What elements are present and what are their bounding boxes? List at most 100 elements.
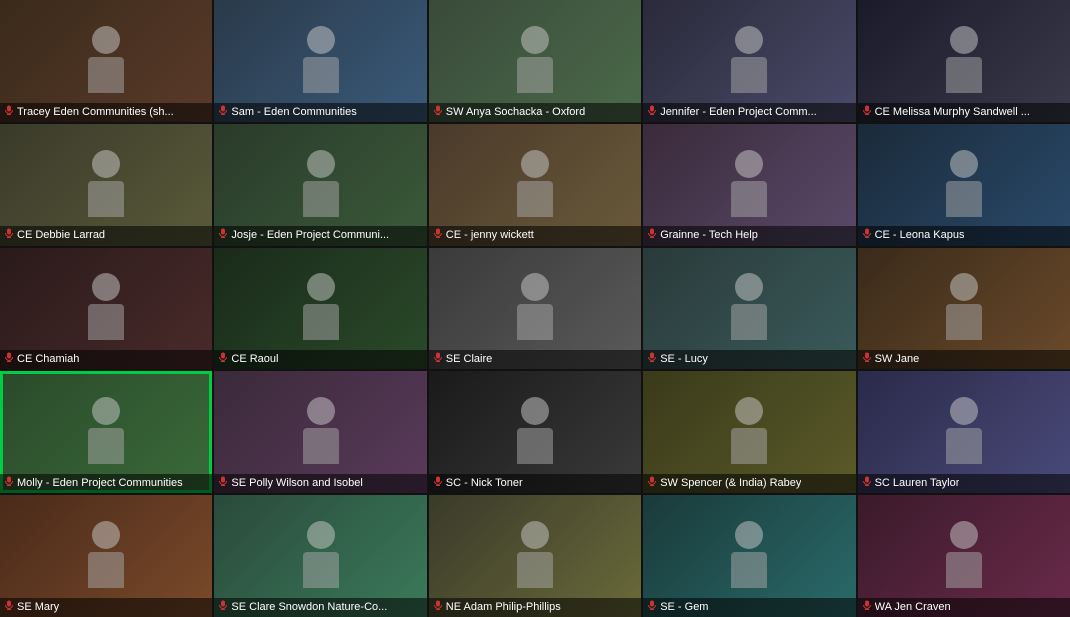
- muted-mic-icon: [647, 105, 657, 119]
- muted-mic-icon: [433, 105, 443, 119]
- participant-label-8: CE - jenny wickett: [429, 226, 641, 245]
- participant-cell-13[interactable]: SE Claire: [429, 248, 641, 370]
- participant-name: Tracey Eden Communities (sh...: [17, 105, 174, 119]
- participant-label-12: CE Raoul: [214, 350, 426, 369]
- participant-cell-16[interactable]: Molly - Eden Project Communities: [0, 371, 212, 493]
- participant-label-1: Tracey Eden Communities (sh...: [0, 103, 212, 122]
- participant-label-21: SE Mary: [0, 598, 212, 617]
- participant-name: SC Lauren Taylor: [875, 476, 960, 490]
- participant-cell-10[interactable]: CE - Leona Kapus: [858, 124, 1070, 246]
- participant-label-18: SC - Nick Toner: [429, 474, 641, 493]
- participant-name: Grainne - Tech Help: [660, 228, 758, 242]
- participant-cell-8[interactable]: CE - jenny wickett: [429, 124, 641, 246]
- muted-mic-icon: [218, 105, 228, 119]
- participant-label-10: CE - Leona Kapus: [858, 226, 1070, 245]
- participant-label-16: Molly - Eden Project Communities: [0, 474, 212, 493]
- muted-mic-icon: [433, 600, 443, 614]
- participant-name: SE Claire: [446, 352, 492, 366]
- participant-label-13: SE Claire: [429, 350, 641, 369]
- participant-cell-6[interactable]: CE Debbie Larrad: [0, 124, 212, 246]
- participant-name: CE Raoul: [231, 352, 278, 366]
- muted-mic-icon: [647, 476, 657, 490]
- participant-name: WA Jen Craven: [875, 600, 951, 614]
- participant-name: SW Jane: [875, 352, 920, 366]
- participant-name: SE - Lucy: [660, 352, 708, 366]
- muted-mic-icon: [433, 228, 443, 242]
- muted-mic-icon: [647, 600, 657, 614]
- muted-mic-icon: [218, 352, 228, 366]
- participant-cell-23[interactable]: NE Adam Philip-Phillips: [429, 495, 641, 617]
- muted-mic-icon: [4, 600, 14, 614]
- participant-cell-25[interactable]: WA Jen Craven: [858, 495, 1070, 617]
- muted-mic-icon: [4, 352, 14, 366]
- participant-label-9: Grainne - Tech Help: [643, 226, 855, 245]
- participant-cell-19[interactable]: SW Spencer (& India) Rabey: [643, 371, 855, 493]
- participant-name: SW Spencer (& India) Rabey: [660, 476, 801, 490]
- participant-cell-11[interactable]: CE Chamiah: [0, 248, 212, 370]
- muted-mic-icon: [862, 476, 872, 490]
- muted-mic-icon: [4, 476, 14, 490]
- participant-label-23: NE Adam Philip-Phillips: [429, 598, 641, 617]
- muted-mic-icon: [862, 600, 872, 614]
- participant-cell-7[interactable]: Josje - Eden Project Communi...: [214, 124, 426, 246]
- participant-label-22: SE Clare Snowdon Nature-Co...: [214, 598, 426, 617]
- participant-label-25: WA Jen Craven: [858, 598, 1070, 617]
- participant-name: CE - Leona Kapus: [875, 228, 965, 242]
- participant-label-2: Sam - Eden Communities: [214, 103, 426, 122]
- participant-name: Sam - Eden Communities: [231, 105, 356, 119]
- participant-label-14: SE - Lucy: [643, 350, 855, 369]
- participant-name: CE - jenny wickett: [446, 228, 534, 242]
- participant-cell-12[interactable]: CE Raoul: [214, 248, 426, 370]
- muted-mic-icon: [433, 352, 443, 366]
- participant-label-3: SW Anya Sochacka - Oxford: [429, 103, 641, 122]
- participant-label-17: SE Polly Wilson and Isobel: [214, 474, 426, 493]
- participant-name: CE Debbie Larrad: [17, 228, 105, 242]
- participant-cell-3[interactable]: SW Anya Sochacka - Oxford: [429, 0, 641, 122]
- participant-label-24: SE - Gem: [643, 598, 855, 617]
- participant-cell-21[interactable]: SE Mary: [0, 495, 212, 617]
- participant-name: NE Adam Philip-Phillips: [446, 600, 561, 614]
- participant-label-20: SC Lauren Taylor: [858, 474, 1070, 493]
- participant-cell-22[interactable]: SE Clare Snowdon Nature-Co...: [214, 495, 426, 617]
- participant-cell-15[interactable]: SW Jane: [858, 248, 1070, 370]
- muted-mic-icon: [4, 105, 14, 119]
- participant-name: Molly - Eden Project Communities: [17, 476, 183, 490]
- muted-mic-icon: [4, 228, 14, 242]
- muted-mic-icon: [647, 352, 657, 366]
- participant-cell-9[interactable]: Grainne - Tech Help: [643, 124, 855, 246]
- muted-mic-icon: [862, 352, 872, 366]
- participant-cell-17[interactable]: SE Polly Wilson and Isobel: [214, 371, 426, 493]
- participant-cell-4[interactable]: Jennifer - Eden Project Comm...: [643, 0, 855, 122]
- muted-mic-icon: [218, 476, 228, 490]
- participant-name: SC - Nick Toner: [446, 476, 523, 490]
- participant-name: SE - Gem: [660, 600, 708, 614]
- participant-cell-14[interactable]: SE - Lucy: [643, 248, 855, 370]
- participant-cell-18[interactable]: SC - Nick Toner: [429, 371, 641, 493]
- muted-mic-icon: [433, 476, 443, 490]
- participant-label-15: SW Jane: [858, 350, 1070, 369]
- muted-mic-icon: [218, 600, 228, 614]
- participant-label-6: CE Debbie Larrad: [0, 226, 212, 245]
- muted-mic-icon: [862, 105, 872, 119]
- participant-name: Jennifer - Eden Project Comm...: [660, 105, 817, 119]
- participant-label-11: CE Chamiah: [0, 350, 212, 369]
- participant-cell-1[interactable]: Tracey Eden Communities (sh...: [0, 0, 212, 122]
- participant-cell-24[interactable]: SE - Gem: [643, 495, 855, 617]
- muted-mic-icon: [647, 228, 657, 242]
- participant-name: CE Melissa Murphy Sandwell ...: [875, 105, 1030, 119]
- participant-name: Josje - Eden Project Communi...: [231, 228, 389, 242]
- participant-name: SE Mary: [17, 600, 59, 614]
- participant-name: SW Anya Sochacka - Oxford: [446, 105, 585, 119]
- participant-cell-5[interactable]: CE Melissa Murphy Sandwell ...: [858, 0, 1070, 122]
- participant-name: CE Chamiah: [17, 352, 79, 366]
- participant-cell-20[interactable]: SC Lauren Taylor: [858, 371, 1070, 493]
- participant-label-7: Josje - Eden Project Communi...: [214, 226, 426, 245]
- participant-name: SE Clare Snowdon Nature-Co...: [231, 600, 387, 614]
- participant-label-5: CE Melissa Murphy Sandwell ...: [858, 103, 1070, 122]
- participant-label-4: Jennifer - Eden Project Comm...: [643, 103, 855, 122]
- participant-label-19: SW Spencer (& India) Rabey: [643, 474, 855, 493]
- participant-cell-2[interactable]: Sam - Eden Communities: [214, 0, 426, 122]
- muted-mic-icon: [862, 228, 872, 242]
- participant-name: SE Polly Wilson and Isobel: [231, 476, 362, 490]
- muted-mic-icon: [218, 228, 228, 242]
